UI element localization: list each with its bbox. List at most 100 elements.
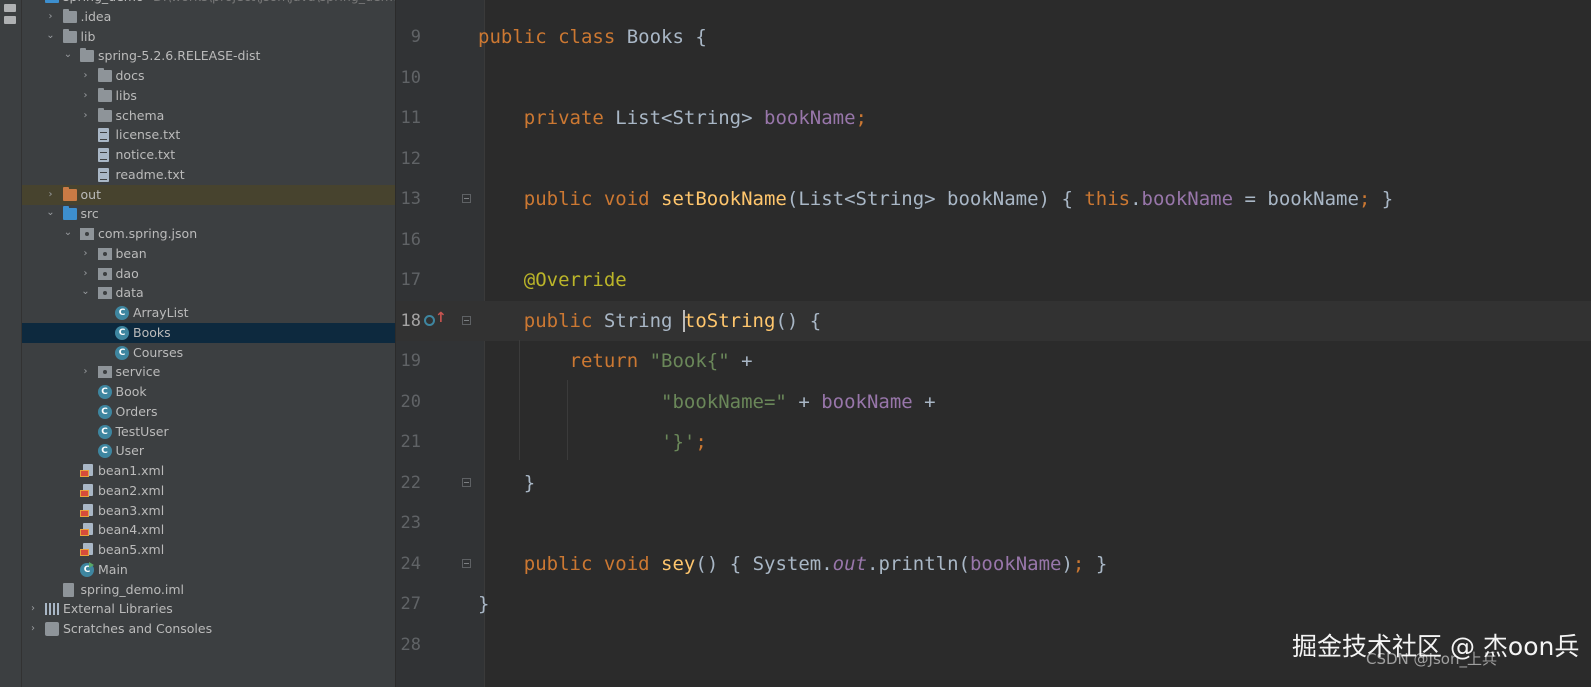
code-line[interactable]: 13 public void setBookName(List<String> … — [396, 179, 1591, 219]
code-text[interactable]: '}'; — [478, 431, 707, 453]
tree-item-readme[interactable]: readme.txt — [22, 165, 395, 185]
fold-toggle-icon[interactable] — [462, 315, 471, 325]
project-tool-tab-icon[interactable] — [4, 4, 16, 12]
line-number: 19 — [400, 351, 421, 371]
code-token: List<String> — [615, 107, 764, 129]
tree-item-docs[interactable]: › docs — [22, 66, 395, 86]
code-line[interactable]: 16 — [396, 220, 1591, 260]
tree-item-lib[interactable]: ⌄ lib — [22, 27, 395, 47]
tree-item-main[interactable]: C Main — [22, 560, 395, 580]
chevron-down-icon[interactable]: ⌄ — [62, 224, 74, 244]
code-token: bookName — [764, 107, 856, 129]
code-line[interactable]: 27} — [396, 584, 1591, 624]
tree-item-notice[interactable]: notice.txt — [22, 145, 395, 165]
chevron-right-icon[interactable]: › — [27, 619, 39, 639]
spring-xml-file-icon — [80, 543, 94, 557]
chevron-right-icon[interactable]: › — [45, 7, 57, 27]
source-folder-icon — [62, 206, 77, 221]
code-text[interactable]: private List<String> bookName; — [478, 107, 867, 129]
tree-item-user[interactable]: C User — [22, 441, 395, 461]
code-text[interactable]: @Override — [478, 269, 627, 291]
code-text[interactable]: public void setBookName(List<String> boo… — [478, 188, 1393, 210]
tree-item-spring-dist[interactable]: ⌄ spring-5.2.6.RELEASE-dist — [22, 46, 395, 66]
chevron-right-icon[interactable]: › — [80, 106, 92, 126]
code-line[interactable]: 12 — [396, 139, 1591, 179]
code-line[interactable]: 22 } — [396, 463, 1591, 503]
tree-item-book[interactable]: C Book — [22, 382, 395, 402]
code-token: out — [832, 552, 867, 575]
fold-toggle-icon[interactable] — [462, 194, 471, 203]
chevron-down-icon[interactable]: ⌄ — [62, 46, 74, 66]
tree-item-bean4-xml[interactable]: bean4.xml — [22, 520, 395, 540]
tree-item-testuser[interactable]: C TestUser — [22, 422, 395, 442]
tree-item-books[interactable]: C Books — [22, 322, 395, 343]
code-token: sey — [661, 552, 696, 575]
code-line[interactable]: 21 '}'; — [396, 422, 1591, 462]
code-text[interactable]: public String toString() { — [478, 309, 821, 332]
tree-item-bean2-xml[interactable]: bean2.xml — [22, 481, 395, 501]
code-line[interactable]: 17 @Override — [396, 260, 1591, 300]
tree-item-idea[interactable]: › .idea — [22, 7, 395, 27]
tree-item-src[interactable]: ⌄ src — [22, 204, 395, 224]
left-tool-strip — [0, 0, 22, 687]
chevron-right-icon[interactable]: › — [27, 599, 39, 619]
fold-toggle-icon[interactable] — [462, 477, 471, 487]
tree-item-orders[interactable]: C Orders — [22, 402, 395, 422]
tree-item-service[interactable]: › service — [22, 362, 395, 382]
structure-tool-tab-icon[interactable] — [4, 16, 16, 24]
code-text[interactable]: } — [478, 593, 489, 615]
tree-item-external-libraries[interactable]: › External Libraries — [22, 599, 395, 619]
tree-item-bean5-xml[interactable]: bean5.xml — [22, 540, 395, 560]
tree-item-bean3-xml[interactable]: bean3.xml — [22, 501, 395, 521]
chevron-right-icon[interactable]: › — [80, 66, 92, 86]
chevron-right-icon[interactable]: › — [80, 362, 92, 382]
code-line[interactable]: 10 — [396, 58, 1591, 98]
code-line[interactable]: 18 ↑ public String toString() { — [396, 300, 1591, 341]
code-text[interactable]: public void sey() { System.out.println(b… — [478, 552, 1108, 575]
code-editor[interactable]: 9 public class Books {10 11 private List<S… — [396, 0, 1591, 687]
code-line[interactable]: 20 "bookName=" + bookName + — [396, 382, 1591, 422]
code-line[interactable]: 23 — [396, 503, 1591, 543]
override-marker-icon[interactable] — [424, 314, 435, 326]
tree-item-label: TestUser — [115, 423, 169, 439]
code-token: + — [912, 390, 936, 413]
code-token: } — [478, 593, 490, 615]
code-text[interactable]: "bookName=" + bookName + — [478, 391, 936, 413]
chevron-right-icon[interactable]: › — [80, 264, 92, 284]
tree-item-schema[interactable]: › schema — [22, 106, 395, 126]
code-token: { — [695, 26, 707, 48]
chevron-down-icon[interactable]: ⌄ — [45, 27, 57, 47]
tree-item-data[interactable]: ⌄ data — [22, 283, 395, 303]
tree-item-scratches[interactable]: › Scratches and Consoles — [22, 619, 395, 639]
tree-item-bean1-xml[interactable]: bean1.xml — [22, 461, 395, 481]
code-text[interactable]: } — [478, 472, 535, 494]
tree-item-dao[interactable]: › dao — [22, 264, 395, 284]
tree-item-bean[interactable]: › bean — [22, 244, 395, 264]
fold-toggle-icon[interactable] — [462, 558, 471, 568]
tree-item-arraylist[interactable]: C ArrayList — [22, 303, 395, 323]
chevron-right-icon[interactable]: › — [45, 185, 57, 205]
tree-item-label: User — [115, 443, 145, 459]
text-file-icon — [97, 128, 109, 143]
tree-item-courses[interactable]: C Courses — [22, 343, 395, 363]
code-line[interactable]: 11 private List<String> bookName; — [396, 98, 1591, 138]
tree-item-com-spring-json[interactable]: ⌄ com.spring.json — [22, 224, 395, 244]
chevron-down-icon[interactable]: ⌄ — [45, 204, 57, 224]
tree-item-libs[interactable]: › libs — [22, 86, 395, 106]
chevron-down-icon[interactable]: ⌄ — [80, 283, 92, 303]
code-line[interactable]: 24 public void sey() { System.out.printl… — [396, 544, 1591, 584]
folder-icon — [97, 87, 112, 102]
tree-item-iml[interactable]: spring_demo.iml — [22, 580, 395, 600]
code-text[interactable]: public class Books { — [478, 26, 707, 48]
code-line[interactable]: 9 public class Books { — [396, 17, 1591, 57]
tree-item-out[interactable]: › out — [22, 184, 395, 205]
code-line[interactable]: 19 return "Book{" + — [396, 341, 1591, 381]
chevron-right-icon[interactable]: › — [80, 86, 92, 106]
tree-item-label: com.spring.json — [98, 226, 198, 241]
tree-item-license[interactable]: license.txt — [22, 125, 395, 145]
chevron-right-icon[interactable]: › — [80, 244, 92, 264]
java-test-class-icon: C — [97, 424, 112, 439]
java-class-icon: C — [115, 325, 129, 340]
